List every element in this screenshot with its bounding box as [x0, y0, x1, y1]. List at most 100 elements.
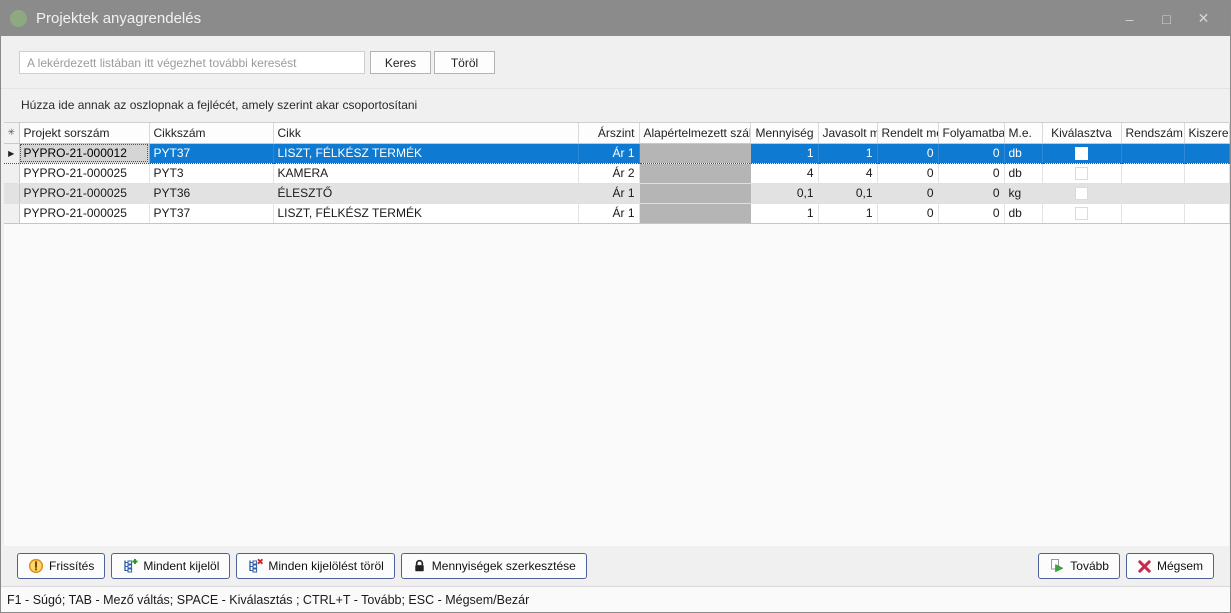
column-header-kiszereles[interactable]: Kiszere — [1184, 123, 1229, 143]
row-indicator[interactable] — [4, 163, 19, 183]
window-controls: – □ ✕ — [1111, 1, 1222, 36]
column-header-rendelt-mennyiseg[interactable]: Rendelt me — [877, 123, 938, 143]
column-header-kivalasztva[interactable]: Kiválasztva — [1042, 123, 1121, 143]
column-header-cikk[interactable]: Cikk — [273, 123, 578, 143]
grid-cell-kiszereles[interactable] — [1184, 183, 1229, 203]
column-header-me[interactable]: M.e. — [1004, 123, 1042, 143]
grid-cell-mennyiseg[interactable]: 0,1 — [750, 183, 818, 203]
grid-cell-me[interactable]: db — [1004, 203, 1042, 223]
table-row[interactable]: PYPRO-21-000025PYT36ÉLESZTŐÁr 10,10,100k… — [4, 183, 1229, 203]
grid-cell-cikkszam[interactable]: PYT3 — [149, 163, 273, 183]
grid-cell-cikkszam[interactable]: PYT37 — [149, 203, 273, 223]
table-row[interactable]: PYPRO-21-000025PYT3KAMERAÁr 24400db — [4, 163, 1229, 183]
grid-corner-header[interactable]: ✳ — [4, 123, 19, 143]
column-header-javasolt-mennyiseg[interactable]: Javasolt me — [818, 123, 877, 143]
row-checkbox[interactable] — [1075, 187, 1088, 200]
grid-cell-rendelt-mennyiseg[interactable]: 0 — [877, 163, 938, 183]
search-input[interactable] — [19, 51, 365, 74]
grid-cell-arszint[interactable]: Ár 1 — [578, 183, 639, 203]
grid-cell-projekt-sorszam[interactable]: PYPRO-21-000025 — [19, 203, 149, 223]
grid-cell-folyamatban[interactable]: 0 — [938, 143, 1004, 163]
grid-cell-javasolt-mennyiseg[interactable]: 0,1 — [818, 183, 877, 203]
table-row[interactable]: ▶PYPRO-21-000012PYT37LISZT, FÉLKÉSZ TERM… — [4, 143, 1229, 163]
column-header-cikkszam[interactable]: Cikkszám — [149, 123, 273, 143]
row-indicator[interactable]: ▶ — [4, 143, 19, 163]
grid-cell-folyamatban[interactable]: 0 — [938, 163, 1004, 183]
grid-cell-kivalasztva[interactable] — [1042, 203, 1121, 223]
grid-cell-mennyiseg[interactable]: 4 — [750, 163, 818, 183]
edit-quantities-button[interactable]: Mennyiségek szerkesztése — [401, 553, 587, 579]
lock-icon — [412, 558, 427, 574]
grid-cell-arszint[interactable]: Ár 2 — [578, 163, 639, 183]
grid-cell-arszint[interactable]: Ár 1 — [578, 203, 639, 223]
grid-cell-rendszam[interactable] — [1121, 143, 1184, 163]
clear-selection-button[interactable]: Minden kijelölést töröl — [236, 553, 394, 579]
grid-cell-rendelt-mennyiseg[interactable]: 0 — [877, 203, 938, 223]
row-checkbox[interactable] — [1075, 167, 1088, 180]
grid-cell-me[interactable]: db — [1004, 143, 1042, 163]
grid-cell-kivalasztva[interactable] — [1042, 143, 1121, 163]
grid-cell-projekt-sorszam[interactable]: PYPRO-21-000025 — [19, 163, 149, 183]
status-bar: F1 - Súgó; TAB - Mező váltás; SPACE - Ki… — [1, 586, 1230, 613]
select-all-button[interactable]: Mindent kijelöl — [111, 553, 230, 579]
row-indicator[interactable] — [4, 203, 19, 223]
grid-cell-kivalasztva[interactable] — [1042, 183, 1121, 203]
grid-cell-mennyiseg[interactable]: 1 — [750, 143, 818, 163]
grid-cell-cikk[interactable]: LISZT, FÉLKÉSZ TERMÉK — [273, 203, 578, 223]
grid-cell-mennyiseg[interactable]: 1 — [750, 203, 818, 223]
status-bar-text: F1 - Súgó; TAB - Mező váltás; SPACE - Ki… — [7, 593, 529, 607]
grid-cell-alapertelmezett-szallito[interactable] — [639, 203, 750, 223]
group-by-panel[interactable]: Húzza ide annak az oszlopnak a fejlécét,… — [1, 90, 1230, 122]
grid-cell-cikk[interactable]: KAMERA — [273, 163, 578, 183]
grid-cell-me[interactable]: kg — [1004, 183, 1042, 203]
cancel-label: Mégsem — [1157, 559, 1203, 573]
column-header-folyamatban[interactable]: Folyamatba — [938, 123, 1004, 143]
column-header-projekt-sorszam[interactable]: Projekt sorszám — [19, 123, 149, 143]
grid-cell-folyamatban[interactable]: 0 — [938, 183, 1004, 203]
grid-cell-cikk[interactable]: ÉLESZTŐ — [273, 183, 578, 203]
grid-cell-rendelt-mennyiseg[interactable]: 0 — [877, 183, 938, 203]
close-button[interactable]: ✕ — [1185, 10, 1222, 27]
grid-cell-arszint[interactable]: Ár 1 — [578, 143, 639, 163]
tree-clear-icon — [247, 558, 263, 574]
grid-cell-javasolt-mennyiseg[interactable]: 4 — [818, 163, 877, 183]
grid-cell-rendelt-mennyiseg[interactable]: 0 — [877, 143, 938, 163]
minimize-button[interactable]: – — [1111, 11, 1148, 27]
cancel-button[interactable]: Mégsem — [1126, 553, 1214, 579]
grid-cell-javasolt-mennyiseg[interactable]: 1 — [818, 203, 877, 223]
grid-cell-alapertelmezett-szallito[interactable] — [639, 163, 750, 183]
grid-cell-rendszam[interactable] — [1121, 163, 1184, 183]
titlebar[interactable]: Projektek anyagrendelés – □ ✕ — [1, 1, 1230, 36]
row-checkbox[interactable] — [1075, 207, 1088, 220]
table-row[interactable]: PYPRO-21-000025PYT37LISZT, FÉLKÉSZ TERMÉ… — [4, 203, 1229, 223]
row-checkbox[interactable] — [1075, 147, 1088, 160]
edit-quantities-label: Mennyiségek szerkesztése — [432, 559, 576, 573]
column-header-mennyiseg[interactable]: Mennyiség — [750, 123, 818, 143]
search-button[interactable]: Keres — [370, 51, 431, 74]
column-header-alapertelmezett-szallito[interactable]: Alapértelmezett szállí — [639, 123, 750, 143]
grid-cell-kiszereles[interactable] — [1184, 163, 1229, 183]
column-header-rendszam[interactable]: Rendszám — [1121, 123, 1184, 143]
window: Projektek anyagrendelés – □ ✕ Keres Törö… — [0, 0, 1231, 613]
grid-cell-alapertelmezett-szallito[interactable] — [639, 143, 750, 163]
refresh-button[interactable]: Frissítés — [17, 553, 105, 579]
clear-search-button[interactable]: Töröl — [434, 51, 495, 74]
grid-cell-cikkszam[interactable]: PYT36 — [149, 183, 273, 203]
grid-cell-me[interactable]: db — [1004, 163, 1042, 183]
grid-cell-cikk[interactable]: LISZT, FÉLKÉSZ TERMÉK — [273, 143, 578, 163]
column-header-arszint[interactable]: Árszint — [578, 123, 639, 143]
grid-cell-rendszam[interactable] — [1121, 183, 1184, 203]
grid-cell-rendszam[interactable] — [1121, 203, 1184, 223]
grid-cell-kiszereles[interactable] — [1184, 203, 1229, 223]
grid-cell-alapertelmezett-szallito[interactable] — [639, 183, 750, 203]
grid-cell-cikkszam[interactable]: PYT37 — [149, 143, 273, 163]
grid-cell-kivalasztva[interactable] — [1042, 163, 1121, 183]
grid-cell-javasolt-mennyiseg[interactable]: 1 — [818, 143, 877, 163]
row-indicator[interactable] — [4, 183, 19, 203]
grid-cell-kiszereles[interactable] — [1184, 143, 1229, 163]
maximize-button[interactable]: □ — [1148, 11, 1185, 27]
grid-cell-projekt-sorszam[interactable]: PYPRO-21-000025 — [19, 183, 149, 203]
forward-button[interactable]: Tovább — [1038, 553, 1120, 579]
grid-cell-folyamatban[interactable]: 0 — [938, 203, 1004, 223]
grid-cell-projekt-sorszam[interactable]: PYPRO-21-000012 — [19, 143, 149, 163]
